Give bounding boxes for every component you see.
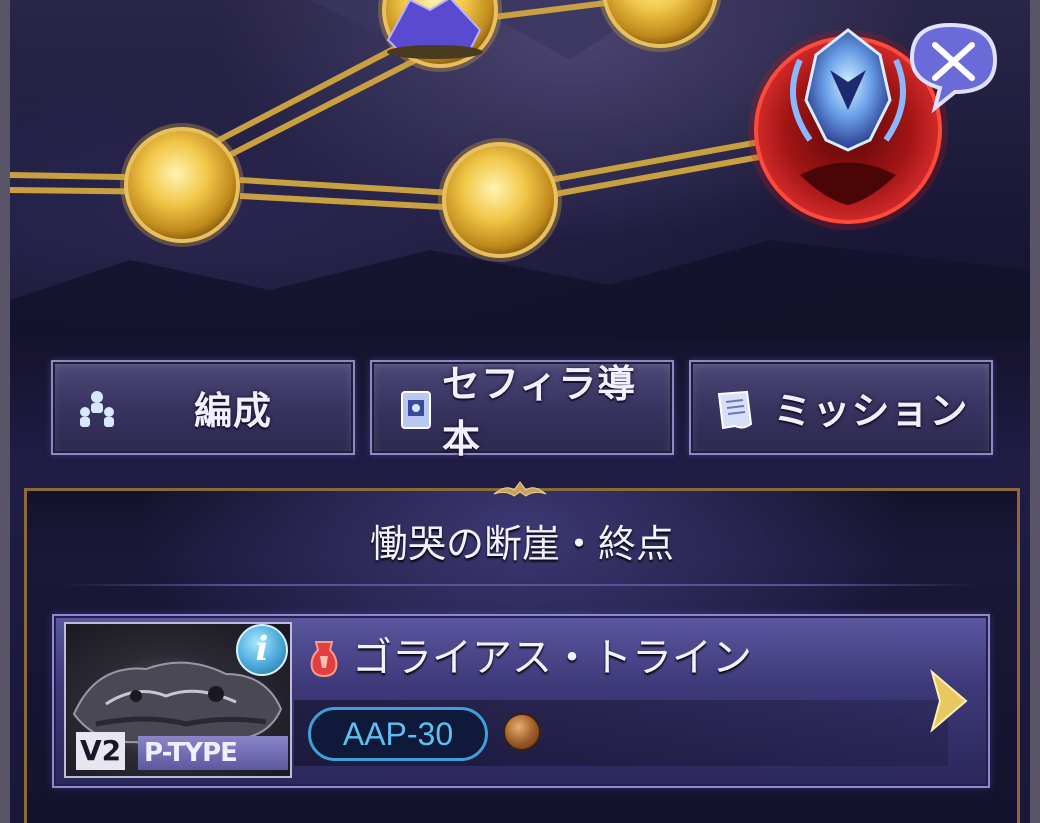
book-icon — [401, 391, 431, 429]
route-node[interactable] — [378, 0, 502, 72]
ap-cost-badge: AAP-30 — [308, 707, 488, 761]
route-node[interactable] — [120, 123, 244, 247]
sephira-label: セフィラ導本 — [442, 361, 637, 461]
mission-button[interactable]: ミッション — [689, 360, 993, 455]
party-icon — [80, 391, 114, 427]
info-icon[interactable]: i — [236, 624, 288, 676]
frame-right — [1030, 0, 1040, 823]
route-graphic — [10, 0, 1030, 360]
quest-map — [10, 0, 1030, 360]
earth-element-icon — [503, 713, 541, 751]
chevron-right-icon[interactable] — [926, 668, 970, 734]
divider — [60, 584, 980, 586]
formation-label: 編成 — [193, 389, 272, 433]
quest-name: ゴライアス・トライン — [352, 635, 752, 681]
version-badge: V2 — [76, 732, 126, 770]
type-badge: P-TYPE — [138, 736, 288, 770]
formation-button[interactable]: 編成 — [51, 360, 355, 455]
fire-element-icon — [310, 641, 338, 678]
mission-label: ミッション — [773, 389, 969, 433]
page-title: 慟哭の断崖・終点 — [369, 522, 674, 566]
scroll-icon — [717, 390, 753, 430]
sephira-button[interactable]: セフィラ導本 — [370, 360, 674, 461]
route-node[interactable] — [438, 138, 562, 262]
frame-left — [0, 0, 10, 823]
route-node[interactable] — [598, 0, 722, 52]
ornament-icon — [493, 481, 547, 497]
